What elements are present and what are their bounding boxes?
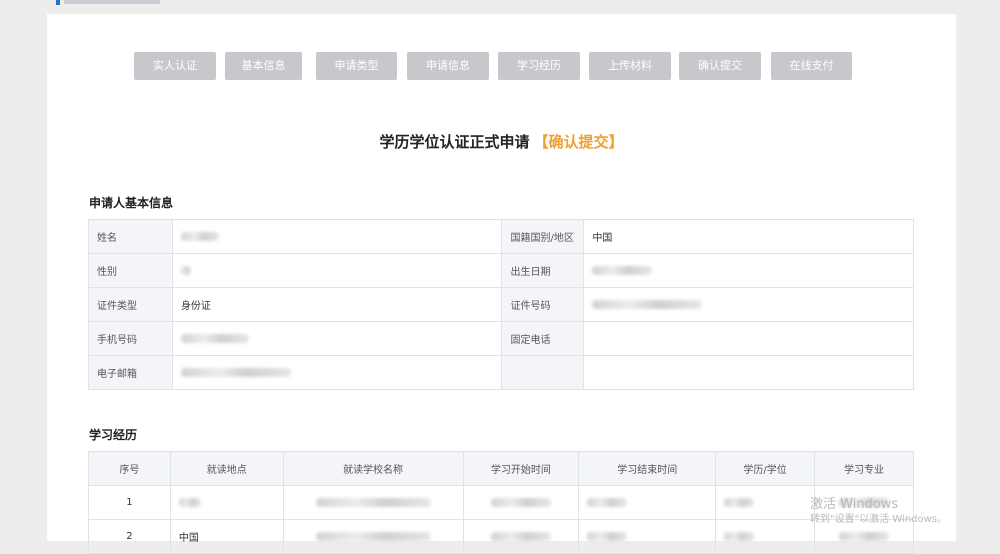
header-end-time: 学习结束时间: [578, 451, 717, 486]
row-index: 1: [88, 485, 171, 520]
step-application-type[interactable]: 申请类型: [316, 52, 397, 80]
nationality-label: 国籍国别/地区: [501, 219, 585, 254]
table-row: 2 中国: [88, 519, 914, 554]
row-location: 中国: [169, 519, 284, 554]
row-school: [282, 519, 464, 554]
page-title-text: 学历学位认证正式申请: [379, 133, 530, 151]
landline-label: 固定电话: [501, 321, 585, 356]
table-header-row: 序号 就读地点 就读学校名称 学习开始时间 学习结束时间 学历/学位 学习专业: [88, 451, 914, 486]
empty-label: [501, 355, 585, 390]
name-value: [171, 219, 503, 254]
row-degree: [715, 519, 816, 554]
mobile-value: [171, 321, 503, 356]
step-study-history[interactable]: 学习经历: [498, 52, 580, 80]
gender-value: [171, 253, 503, 288]
table-row: 证件类型 身份证 证件号码: [88, 287, 914, 322]
step-confirm-submit[interactable]: 确认提交: [679, 52, 761, 80]
basic-info-table: 姓名 国籍国别/地区 中国 性别 出生日期 证件类型 身份证 证件号码 手机号码…: [88, 219, 914, 390]
row-degree: [715, 485, 816, 520]
empty-value: [583, 355, 914, 390]
header-location: 就读地点: [169, 451, 284, 486]
birthdate-value: [583, 253, 914, 288]
application-card: 实人认证 基本信息 申请类型 申请信息 学习经历 上传材料 确认提交 在线支付 …: [47, 14, 956, 554]
row-school: [282, 485, 464, 520]
header-school: 就读学校名称: [282, 451, 464, 486]
logo: [56, 0, 60, 5]
header-degree: 学历/学位: [715, 451, 816, 486]
email-value: [171, 355, 503, 390]
basic-info-title: 申请人基本信息: [89, 196, 174, 210]
birthdate-label: 出生日期: [501, 253, 585, 288]
row-location: [169, 485, 284, 520]
row-index: 2: [88, 519, 171, 554]
table-row: 手机号码 固定电话: [88, 321, 914, 356]
table-row: 电子邮箱: [88, 355, 914, 390]
row-end-time: [578, 519, 717, 554]
table-row: 性别 出生日期: [88, 253, 914, 288]
name-label: 姓名: [88, 219, 173, 254]
row-start-time: [462, 519, 580, 554]
step-real-name-auth[interactable]: 实人认证: [134, 52, 216, 80]
step-application-info[interactable]: 申请信息: [407, 52, 489, 80]
step-upload-materials[interactable]: 上传材料: [589, 52, 671, 80]
row-start-time: [462, 485, 580, 520]
study-history-title: 学习经历: [89, 428, 138, 442]
gender-label: 性别: [88, 253, 173, 288]
header-major: 学习专业: [814, 451, 914, 486]
row-major: [814, 519, 914, 554]
row-major: [814, 485, 914, 520]
id-number-label: 证件号码: [501, 287, 585, 322]
nationality-value: 中国: [583, 219, 914, 254]
page-title: 学历学位认证正式申请 【确认提交】: [47, 131, 956, 152]
id-number-value: [583, 287, 914, 322]
landline-value: [583, 321, 914, 356]
header-start-time: 学习开始时间: [462, 451, 580, 486]
step-basic-info[interactable]: 基本信息: [225, 52, 302, 80]
row-end-time: [578, 485, 717, 520]
table-row: 1: [88, 485, 914, 520]
page-title-highlight: 【确认提交】: [533, 133, 624, 151]
header-index: 序号: [88, 451, 171, 486]
site-name: [64, 0, 160, 4]
study-history-table: 序号 就读地点 就读学校名称 学习开始时间 学习结束时间 学历/学位 学习专业 …: [88, 451, 914, 554]
mobile-label: 手机号码: [88, 321, 173, 356]
step-online-payment[interactable]: 在线支付: [771, 52, 852, 80]
id-type-label: 证件类型: [88, 287, 173, 322]
table-row: 姓名 国籍国别/地区 中国: [88, 219, 914, 254]
id-type-value: 身份证: [171, 287, 503, 322]
top-header-strip: [0, 0, 1000, 14]
email-label: 电子邮箱: [88, 355, 173, 390]
